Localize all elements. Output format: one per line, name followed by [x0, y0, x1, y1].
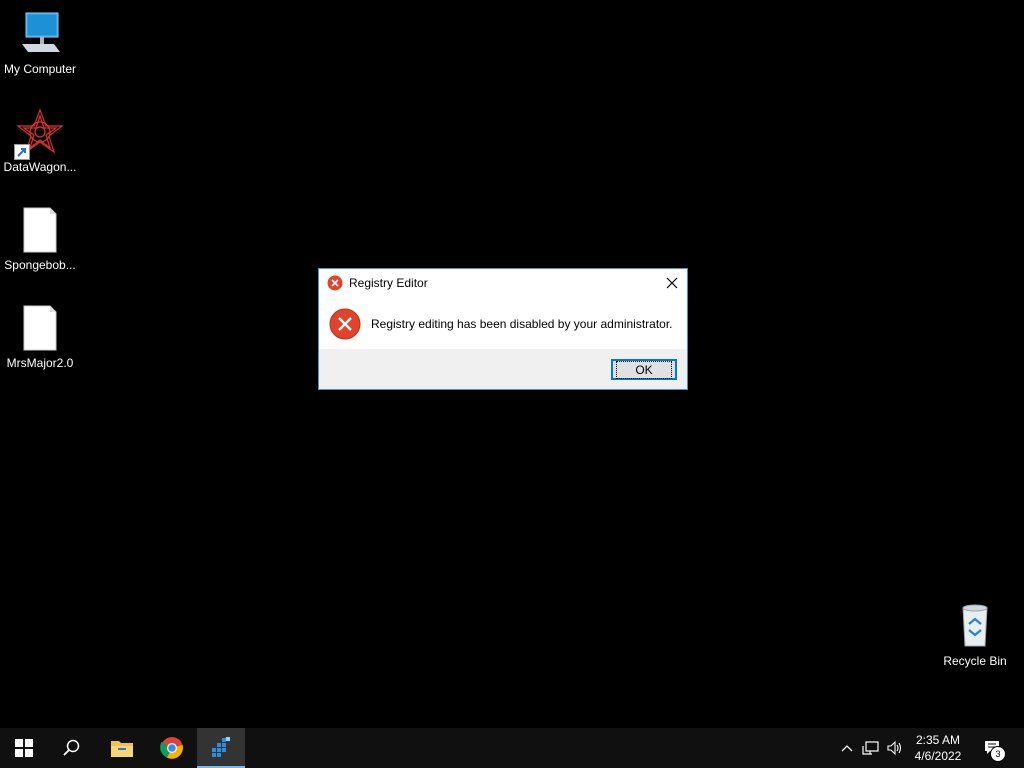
tray-show-hidden[interactable]	[838, 728, 856, 768]
desktop-icon-my-computer[interactable]: My Computer	[0, 10, 80, 76]
error-icon	[327, 275, 343, 291]
desktop-icon-label: My Computer	[3, 62, 77, 76]
dialog-titlebar[interactable]: Registry Editor	[319, 269, 687, 297]
action-center-button[interactable]: 3	[980, 728, 1006, 768]
dialog-title: Registry Editor	[349, 276, 428, 290]
error-dialog: Registry Editor Registry editing has bee…	[318, 268, 688, 390]
taskbar-registry-editor[interactable]	[197, 728, 245, 768]
tray-volume[interactable]	[884, 728, 906, 768]
desktop-icon-datawagon[interactable]: DataWagon...	[0, 108, 80, 174]
error-icon	[329, 308, 361, 340]
network-icon	[862, 741, 879, 755]
desktop-icon-mrsmajor[interactable]: MrsMajor2.0	[0, 304, 80, 370]
clock-date: 4/6/2022	[914, 749, 962, 763]
ok-button-label: OK	[616, 360, 672, 379]
search-button[interactable]	[48, 728, 96, 768]
volume-icon	[887, 740, 902, 756]
registry-editor-icon	[212, 737, 230, 757]
taskbar-chrome[interactable]	[148, 728, 196, 768]
tray-network[interactable]	[860, 728, 882, 768]
taskbar: 2:35 AM 4/6/2022 3	[0, 728, 1024, 768]
file-explorer-icon	[111, 741, 133, 757]
taskbar-clock[interactable]: 2:35 AM 4/6/2022	[906, 728, 970, 768]
search-icon	[63, 739, 80, 756]
close-button[interactable]	[657, 269, 687, 297]
taskbar-file-explorer[interactable]	[98, 728, 146, 768]
dialog-message: Registry editing has been disabled by yo…	[371, 317, 673, 331]
desktop-icon-recycle-bin[interactable]: Recycle Bin	[935, 602, 1015, 668]
start-button[interactable]	[0, 728, 48, 768]
chrome-icon	[160, 737, 183, 759]
red-star-icon	[14, 108, 64, 160]
desktop-icon-label: DataWagon...	[3, 160, 77, 174]
clock-time: 2:35 AM	[915, 733, 961, 747]
recycle-bin-icon	[951, 602, 999, 650]
dialog-footer: OK	[319, 349, 687, 389]
ok-button[interactable]: OK	[611, 359, 677, 380]
windows-start-icon	[15, 739, 33, 757]
notification-badge: 3	[990, 746, 1006, 762]
desktop-icon-label: Recycle Bin	[943, 654, 1007, 668]
shortcut-arrow-icon	[14, 144, 30, 160]
monitor-icon	[16, 10, 64, 58]
desktop-icon-spongebob[interactable]: Spongebob...	[0, 206, 80, 272]
close-icon	[666, 277, 678, 289]
chevron-up-icon	[841, 745, 853, 752]
desktop-icon-label: MrsMajor2.0	[6, 356, 74, 370]
file-icon	[16, 304, 64, 352]
dialog-content: Registry editing has been disabled by yo…	[319, 297, 687, 351]
desktop-icon-label: Spongebob...	[4, 258, 76, 272]
file-icon	[16, 206, 64, 254]
